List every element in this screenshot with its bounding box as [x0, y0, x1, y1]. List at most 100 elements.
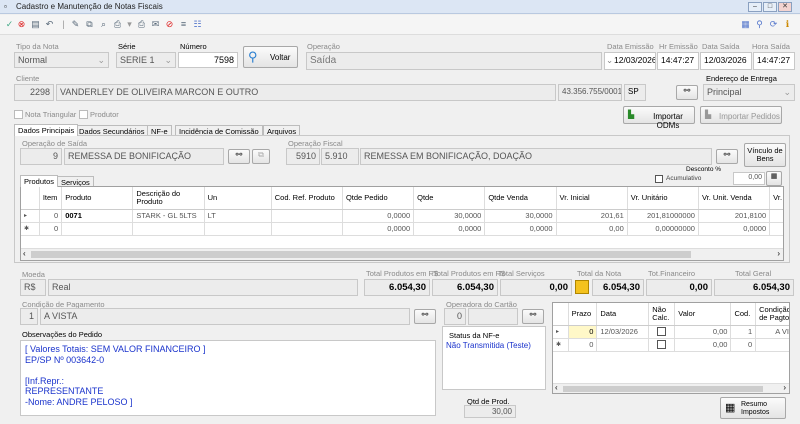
produtos-grid[interactable]: Item Produto Descrição do Produto Un Cod…	[20, 186, 784, 261]
col-header[interactable]: Qtde	[413, 187, 486, 210]
email-icon[interactable]: ✉	[150, 19, 161, 30]
produtor-checkbox[interactable]	[79, 110, 88, 120]
help-icon[interactable]: ℹ	[782, 19, 793, 30]
search-doc-icon[interactable]: ⌕	[98, 19, 109, 30]
cell-nao-calc[interactable]	[648, 325, 676, 339]
cell-produto[interactable]	[61, 222, 134, 236]
nao-calc-checkbox[interactable]	[657, 327, 667, 337]
cell-prazo[interactable]: 0	[568, 325, 598, 339]
col-header[interactable]: Vr. Inicial	[556, 187, 628, 210]
operacao-saida-search-button[interactable]: ⚯	[228, 149, 250, 164]
table-row[interactable]: ▸ 0 12/03/2026 0,00 1 A VIS	[553, 325, 789, 339]
list-icon[interactable]: ≡	[178, 19, 189, 30]
hora-saida-field[interactable]: 14:47:27	[753, 52, 795, 70]
close-button[interactable]: ✕	[778, 2, 792, 12]
pagamento-code[interactable]: 1	[20, 308, 38, 325]
parcelas-grid[interactable]: Prazo Data Não Calc. Valor Cod. Condição…	[552, 302, 790, 394]
desconto-field[interactable]: 0,00	[733, 172, 765, 185]
cell-un[interactable]	[204, 222, 272, 236]
dropdown-arrow-icon[interactable]: ▾	[124, 19, 135, 30]
col-header[interactable]: Cod. Ref. Produto	[271, 187, 343, 210]
cell-vr-unitario[interactable]: 0,00000000	[627, 222, 699, 236]
operacao-saida-extra-button[interactable]: ⧉	[252, 149, 270, 164]
scroll-left-icon[interactable]: ‹	[555, 383, 558, 392]
operacao-saida-code[interactable]: 9	[20, 148, 62, 165]
undo-icon[interactable]: ↶	[44, 19, 55, 30]
col-header[interactable]: Vr. Unitário	[627, 187, 699, 210]
cell-vr-unit-venda[interactable]: 201,8100	[698, 209, 771, 223]
voltar-button[interactable]: ⚲ Voltar	[243, 46, 298, 68]
block-icon[interactable]: ⊘	[164, 19, 175, 30]
scroll-right-icon[interactable]: ›	[783, 383, 786, 392]
vinculo-bens-button[interactable]: Vínculo de Bens	[744, 143, 786, 167]
tab-dados-principais[interactable]: Dados Principais	[14, 124, 79, 136]
data-emissao-field[interactable]: ⌄ 12/03/2026	[604, 52, 656, 70]
col-header[interactable]: Un	[204, 187, 272, 210]
serie-select[interactable]: SERIE 1 ⌄	[116, 52, 176, 68]
col-header[interactable]: Não Calc.	[648, 303, 676, 326]
cell-cod-ref[interactable]	[271, 222, 343, 236]
scroll-thumb[interactable]	[31, 251, 691, 258]
tipo-nota-select[interactable]: Normal ⌄	[14, 52, 109, 68]
col-header[interactable]: Item	[39, 187, 63, 210]
observacoes-textarea[interactable]: [ Valores Totais: SEM VALOR FINANCEIRO ]…	[20, 340, 436, 416]
data-saida-field[interactable]: 12/03/2026	[700, 52, 752, 70]
cell-qtde[interactable]: 0,0000	[413, 222, 486, 236]
confirm-icon[interactable]: ✓	[4, 19, 15, 30]
cell-vr-total[interactable]	[769, 209, 783, 223]
col-header[interactable]: Qtde Pedido	[342, 187, 415, 210]
col-header[interactable]: Vr. Unit. Venda	[698, 187, 771, 210]
tab-produtos[interactable]: Produtos	[20, 175, 59, 187]
col-header[interactable]: Data	[596, 303, 650, 326]
cell-valor[interactable]: 0,00	[674, 338, 732, 352]
cell-vr-inicial[interactable]: 201,61	[556, 209, 628, 223]
operacao-fiscal-code[interactable]: 5910	[286, 148, 320, 165]
cell-vr-inicial[interactable]: 0,00	[556, 222, 628, 236]
cell-data[interactable]: 12/03/2026	[596, 325, 650, 339]
horizontal-scrollbar[interactable]: ‹ ›	[553, 383, 789, 393]
col-header[interactable]: Descrição do Produto	[132, 187, 205, 210]
horizontal-scrollbar[interactable]: ‹ ›	[21, 248, 783, 260]
scroll-left-icon[interactable]: ‹	[23, 249, 26, 258]
minimize-button[interactable]: –	[748, 2, 762, 12]
table-row[interactable]: ✱ 0 0,00 0	[553, 338, 789, 352]
pagamento-search-button[interactable]: ⚯	[414, 309, 436, 324]
cell-condicao[interactable]: A VIS	[755, 325, 789, 339]
cell-vr-unit-venda[interactable]: 0,0000	[698, 222, 771, 236]
cliente-search-button[interactable]: ⚯	[676, 85, 698, 100]
cell-data[interactable]	[596, 338, 650, 352]
cell-prazo[interactable]: 0	[568, 338, 598, 352]
col-header[interactable]: Vr. Tota	[769, 187, 783, 210]
acumulativo-checkbox[interactable]	[655, 174, 663, 183]
print-icon[interactable]: ⎙	[112, 19, 123, 30]
save-icon[interactable]: ▤	[30, 19, 41, 30]
operadora-code[interactable]: 0	[444, 308, 466, 325]
table-row[interactable]: ▸ 0 0071 STARK - GL 5LTS LT 0,0000 30,00…	[21, 209, 783, 223]
edit-icon[interactable]: ✎	[70, 19, 81, 30]
resumo-impostos-button[interactable]: ▦ Resumo Impostos	[720, 397, 786, 419]
cell-qtde[interactable]: 30,0000	[413, 209, 486, 223]
scroll-right-icon[interactable]: ›	[777, 249, 780, 258]
cell-qtde-pedido[interactable]: 0,0000	[342, 209, 415, 223]
maximize-button[interactable]: □	[763, 2, 777, 12]
cell-vr-unitario[interactable]: 201,81000000	[627, 209, 699, 223]
cell-descricao[interactable]	[132, 222, 205, 236]
cell-item[interactable]: 0	[39, 209, 63, 223]
cell-nao-calc[interactable]	[648, 338, 676, 352]
copy-icon[interactable]: ⧉	[84, 19, 95, 30]
grid-icon[interactable]: ☷	[192, 19, 203, 30]
endereco-select[interactable]: Principal ⌄	[703, 84, 795, 101]
cell-valor[interactable]: 0,00	[674, 325, 732, 339]
cell-cod-ref[interactable]	[271, 209, 343, 223]
table-row[interactable]: ✱ 0 0,0000 0,0000 0,0000 0,00 0,00000000…	[21, 222, 783, 236]
col-header[interactable]: Qtde Venda	[484, 187, 557, 210]
cell-condicao[interactable]	[755, 338, 789, 352]
cell-produto[interactable]: 0071	[61, 209, 134, 223]
col-header[interactable]: Cod.	[730, 303, 757, 326]
col-header[interactable]: Condição de Pagto	[755, 303, 789, 326]
col-header[interactable]: Valor	[674, 303, 732, 326]
cancel-icon[interactable]: ⊗	[16, 19, 27, 30]
importar-odms-button[interactable]: ▙ Importar ODMs	[623, 106, 695, 130]
cell-qtde-pedido[interactable]: 0,0000	[342, 222, 415, 236]
cell-vr-total[interactable]	[769, 222, 783, 236]
